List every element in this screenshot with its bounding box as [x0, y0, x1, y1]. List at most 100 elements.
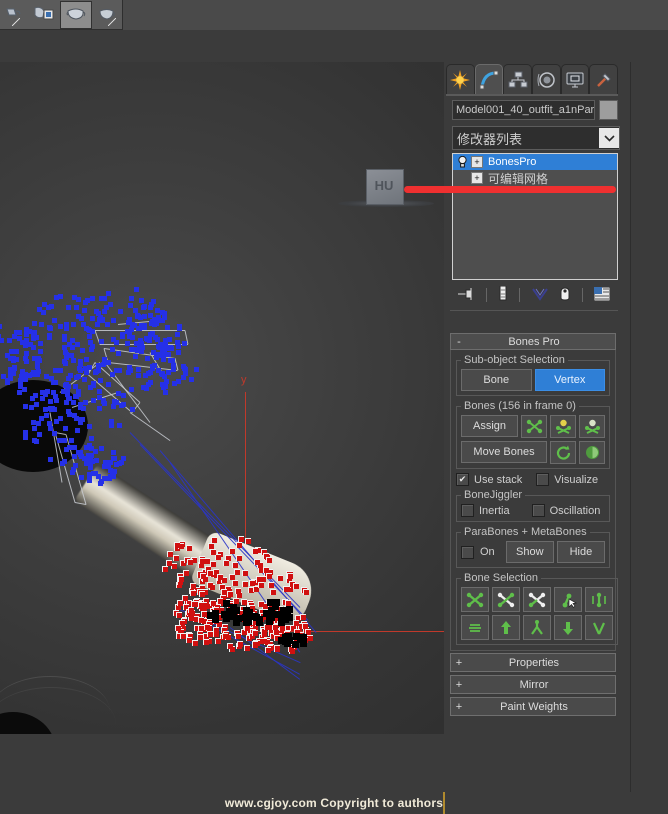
tab-display[interactable] [560, 64, 590, 95]
bone-vertex [31, 335, 36, 340]
move-bones-button[interactable]: Move Bones [461, 441, 547, 463]
bones-yellow-icon[interactable] [550, 415, 576, 438]
tab-create[interactable] [446, 64, 475, 95]
bone-vertex [23, 435, 28, 440]
bones-pale-icon[interactable] [579, 415, 605, 438]
rollout-mirror[interactable]: + Mirror [450, 675, 616, 694]
vertex-mode-button[interactable]: Vertex [534, 369, 605, 391]
tab-hierarchy[interactable] [503, 64, 533, 95]
bone-vertex [23, 356, 28, 361]
half-sphere-icon[interactable] [579, 441, 605, 464]
teapot-icon[interactable] [60, 0, 92, 29]
object-color-swatch[interactable] [598, 100, 618, 120]
teapot-small-icon[interactable] [92, 2, 122, 28]
tab-utilities[interactable] [589, 64, 619, 95]
bone-vertex [262, 639, 267, 644]
bone-vertex [8, 372, 13, 377]
bone-vertex [110, 347, 115, 352]
place-object-icon[interactable] [30, 2, 60, 28]
bone-vertex [255, 560, 260, 565]
configure-modifier-sets-icon[interactable] [593, 286, 611, 304]
object-name-field[interactable]: Model001_40_outfit_a1nPart [452, 100, 595, 120]
bone-vertex [134, 287, 139, 292]
toolbar-separator-3 [582, 288, 584, 302]
modifier-stack[interactable]: + BonesPro + 可编辑网格 [452, 153, 618, 280]
bone-vertex [216, 639, 221, 644]
bone-mode-button[interactable]: Bone [461, 369, 532, 391]
rollout-header-bones-pro[interactable]: - Bones Pro [450, 333, 616, 350]
pin-stack-icon[interactable] [457, 287, 475, 304]
bone-vertex [133, 354, 138, 359]
rollout-toggle-icon[interactable]: - [451, 336, 467, 348]
bone-vertex [237, 543, 242, 548]
refresh-green-icon[interactable] [550, 441, 576, 464]
rollout-properties[interactable]: + Properties [450, 653, 616, 672]
bone-vertex [263, 610, 270, 617]
bone-vertex [259, 583, 264, 588]
parabones-show-button[interactable]: Show [505, 541, 554, 563]
show-end-result-icon[interactable] [498, 285, 508, 304]
bone-vertex [18, 381, 23, 386]
lightbulb-icon[interactable] [456, 156, 468, 168]
visualize-checkbox[interactable] [536, 473, 550, 486]
bone-vertex [88, 340, 93, 345]
bone-vertex [51, 390, 56, 395]
stack-expand-icon-2[interactable]: + [471, 172, 483, 184]
bone-vertex [177, 613, 182, 618]
bones-green-icon[interactable] [521, 415, 547, 438]
bone-children-icon[interactable] [585, 615, 613, 640]
rollout-toggle-paint-weights[interactable]: + [451, 701, 467, 713]
bone-select-pick-icon[interactable] [554, 587, 582, 612]
tab-modify[interactable] [474, 64, 504, 95]
stack-item-bonespro[interactable]: + BonesPro [453, 154, 617, 170]
rollout-toggle-properties[interactable]: + [451, 657, 467, 669]
bone-level-icon[interactable] [461, 615, 489, 640]
bone-vertex [58, 324, 63, 329]
bone-vertex [253, 549, 258, 554]
bone-vertex [64, 447, 69, 452]
bone-vertex [17, 330, 22, 335]
bone-vertex [36, 421, 41, 426]
bone-select-all-icon[interactable] [461, 587, 489, 612]
oscillation-checkbox[interactable] [531, 504, 545, 517]
rollout-toggle-mirror[interactable]: + [451, 679, 467, 691]
remove-modifier-icon[interactable] [559, 286, 571, 304]
bone-vertex [243, 607, 250, 614]
assign-button[interactable]: Assign [461, 415, 518, 437]
app-window: HU y Model001_40_outfit_a1nPart 修改器列表 + … [0, 0, 668, 814]
inertia-checkbox[interactable] [461, 504, 474, 517]
bone-vertex [267, 574, 272, 579]
parabones-hide-button[interactable]: Hide [556, 541, 605, 563]
toolbar-resize-handle-left[interactable] [12, 18, 21, 27]
rollout-paint-weights[interactable]: + Paint Weights [450, 697, 616, 716]
group-bone-jiggler: BoneJiggler Inertia Oscillation [456, 489, 610, 522]
bone-vertex [39, 322, 44, 327]
bone-vertex [66, 305, 71, 310]
toolbar-resize-handle-right[interactable] [108, 18, 117, 27]
use-stack-checkbox[interactable]: ✔ [456, 473, 469, 486]
viewport-perspective[interactable]: HU y [0, 62, 444, 792]
bone-down-icon[interactable] [554, 615, 582, 640]
tab-motion[interactable] [532, 64, 561, 95]
bone-select-none-icon[interactable] [523, 587, 551, 612]
bone-vertex [174, 556, 179, 561]
chevron-down-icon[interactable] [599, 128, 619, 148]
bone-vertex [75, 428, 80, 433]
bone-select-invert-icon[interactable] [492, 587, 520, 612]
bone-vertex [34, 439, 39, 444]
bone-vertex [223, 600, 230, 607]
parabones-on-checkbox[interactable] [461, 545, 474, 559]
make-unique-icon[interactable] [531, 287, 548, 304]
bone-up-icon[interactable] [492, 615, 520, 640]
bone-vertex [102, 296, 107, 301]
bone-vertex [189, 608, 194, 613]
bone-select-between-icon[interactable] [585, 587, 613, 612]
stack-expand-icon[interactable]: + [471, 156, 483, 168]
modifier-list-dropdown[interactable]: 修改器列表 [452, 126, 620, 150]
toolbar-group-objects [0, 0, 123, 30]
group-bones: Bones (156 in frame 0) Assign Move Bones [456, 400, 610, 469]
bone-branch-icon[interactable] [523, 615, 551, 640]
stack-item-editable-mesh[interactable]: + 可编辑网格 [453, 170, 617, 186]
toolbar-separator-2 [519, 288, 521, 302]
bone-vertex [58, 416, 63, 421]
